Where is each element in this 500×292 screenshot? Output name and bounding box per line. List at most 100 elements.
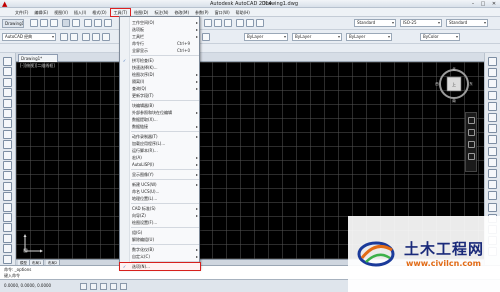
autocad-logo-icon[interactable]: ▲ <box>2 0 10 8</box>
make-current-icon[interactable] <box>92 33 100 41</box>
tools-menu-item-27[interactable]: 组(G) <box>120 229 200 236</box>
paste-icon[interactable] <box>104 19 112 27</box>
tools-menu-item-23[interactable]: 地理位置(L)... <box>120 195 200 202</box>
steering-wheel-icon[interactable] <box>468 117 475 124</box>
preview-icon[interactable] <box>72 19 80 27</box>
tools-menu-item-25[interactable]: 向导(Z) ▸ <box>120 212 200 219</box>
table-icon[interactable] <box>3 233 12 243</box>
snap-toggle[interactable] <box>80 283 87 290</box>
pan-icon[interactable] <box>204 19 212 27</box>
spline-icon[interactable] <box>3 140 12 150</box>
close-button[interactable]: ✕ <box>489 1 499 7</box>
tools-menu-item-3[interactable]: 命令行 Ctrl+9 <box>120 40 200 47</box>
point-icon[interactable] <box>3 192 12 202</box>
tools-menu-item-21[interactable]: 新建 UCS(W) ▸ <box>120 181 200 188</box>
break-icon[interactable] <box>488 191 497 201</box>
offset-icon[interactable] <box>488 90 497 100</box>
tools-menu-item-7[interactable]: 绘图次序(D) ▸ <box>120 71 200 78</box>
tools-menu-item-10[interactable]: 更新字段(T) <box>120 92 200 99</box>
break-at-point-icon[interactable] <box>488 180 497 190</box>
zoom-extents-icon[interactable] <box>468 141 475 148</box>
grid-toggle[interactable] <box>90 283 97 290</box>
tools-menu-item-6[interactable]: 快速选择(K)... <box>120 64 200 71</box>
tools-menu-item-0[interactable]: 工作空间(O) ▸ <box>120 19 200 26</box>
text-style-combo[interactable]: Standard <box>354 19 396 27</box>
array-icon[interactable] <box>488 101 497 111</box>
tools-menu-item-29[interactable]: 数字化仪(B) ▸ <box>120 246 200 253</box>
hatch-icon[interactable] <box>3 202 12 212</box>
orbit-icon[interactable] <box>468 153 475 160</box>
layer-manager-icon[interactable] <box>60 33 68 41</box>
workspace-combo[interactable]: AutoCAD 经典 <box>2 33 56 41</box>
arc-icon[interactable] <box>3 109 12 118</box>
tab-drawing1[interactable]: Drawing1* <box>18 54 58 62</box>
ortho-toggle[interactable] <box>100 283 107 290</box>
match-layer-icon[interactable] <box>102 33 110 41</box>
pan-nav-icon[interactable] <box>468 129 475 136</box>
tools-menu-item-17[interactable]: 运行脚本(R)... <box>120 147 200 154</box>
trim-icon[interactable] <box>488 157 497 167</box>
color-combo[interactable]: ByLayer <box>244 33 288 41</box>
join-icon[interactable] <box>488 202 497 212</box>
polyline-icon[interactable] <box>3 77 12 87</box>
tools-menu-item-30[interactable]: 自定义(C) ▸ <box>120 253 200 260</box>
tools-menu-item-19[interactable]: AutoLISP(I) ▸ <box>120 161 200 168</box>
viewcube-icon[interactable]: 上 北 南 西 东 <box>432 64 476 108</box>
design-center-icon[interactable] <box>246 19 254 27</box>
linetype-combo[interactable]: ByLayer <box>292 33 342 41</box>
tools-menu-item-31[interactable]: ✓ 选项(N)... <box>119 262 201 271</box>
properties-icon[interactable] <box>236 19 244 27</box>
drawing-tab-chip[interactable]: Drawing1* <box>2 19 24 28</box>
ellipse-icon[interactable] <box>3 150 12 160</box>
make-block-icon[interactable] <box>3 181 12 191</box>
plotstyle-combo[interactable]: ByColor <box>420 33 460 41</box>
construction-line-icon[interactable] <box>3 67 12 77</box>
tools-menu-item-12[interactable]: 外部参照和块在位编辑 ▸ <box>120 109 200 116</box>
move-icon[interactable] <box>488 113 497 122</box>
zoom-window-icon[interactable] <box>224 19 232 27</box>
cut-icon[interactable] <box>84 19 92 27</box>
polygon-icon[interactable] <box>3 88 12 98</box>
dim-style-combo[interactable]: ISO-25 <box>400 19 442 27</box>
revision-cloud-icon[interactable] <box>3 129 12 139</box>
osnap-toggle[interactable] <box>120 283 127 290</box>
tool-palettes-icon[interactable] <box>256 19 264 27</box>
layer-previous-icon[interactable] <box>82 33 90 41</box>
layer-freeze-icon[interactable] <box>202 33 210 41</box>
extend-icon[interactable] <box>488 169 497 178</box>
copy-icon[interactable] <box>94 19 102 27</box>
tools-menu-item-24[interactable]: CAD 标准(S) ▸ <box>120 205 200 212</box>
save-icon[interactable] <box>50 19 58 27</box>
erase-icon[interactable] <box>488 57 497 66</box>
tools-menu-item-9[interactable]: 查询(Q) ▸ <box>120 85 200 92</box>
scale-icon[interactable] <box>488 135 497 145</box>
rectangle-icon[interactable] <box>3 98 12 108</box>
print-icon[interactable] <box>62 19 70 27</box>
new-icon[interactable] <box>30 19 38 27</box>
menu-item-2[interactable]: 视图(V) <box>51 8 71 17</box>
viewport-controls[interactable]: [-][俯视][二维线框] <box>20 63 55 69</box>
tools-menu-item-26[interactable]: 绘图设置(F)... <box>120 219 200 226</box>
add-selected-icon[interactable] <box>3 254 12 264</box>
tools-menu-item-28[interactable]: 解除编组(U) <box>120 236 200 243</box>
tools-menu-item-2[interactable]: 工具栏 ▸ <box>120 33 200 40</box>
minimize-button[interactable]: – <box>468 1 478 7</box>
stretch-icon[interactable] <box>488 146 497 156</box>
lineweight-combo[interactable]: ByLayer <box>346 33 392 41</box>
line-icon[interactable] <box>3 57 12 66</box>
polar-toggle[interactable] <box>110 283 117 290</box>
menu-item-10[interactable]: 窗口(W) <box>212 8 233 17</box>
maximize-button[interactable]: □ <box>478 1 488 7</box>
open-icon[interactable] <box>40 19 48 27</box>
tools-menu-item-5[interactable]: ✓ 拼写检查(E) <box>120 57 200 64</box>
tools-menu-item-1[interactable]: 选项板 ▸ <box>120 26 200 33</box>
menu-item-1[interactable]: 编辑(E) <box>31 8 51 17</box>
menu-item-4[interactable]: 格式(O) <box>89 8 109 17</box>
insert-block-icon[interactable] <box>3 171 12 181</box>
tools-menu-item-13[interactable]: 数据提取(X)... <box>120 116 200 123</box>
tools-menu-item-14[interactable]: 数据链接 ▸ <box>120 123 200 130</box>
tools-menu-item-22[interactable]: 命名 UCS(U)... <box>120 188 200 195</box>
tools-menu-item-20[interactable]: 显示图像(Y) ▸ <box>120 171 200 178</box>
tools-menu-item-15[interactable]: 动作录制器(T) ▸ <box>120 133 200 140</box>
zoom-icon[interactable] <box>214 19 222 27</box>
